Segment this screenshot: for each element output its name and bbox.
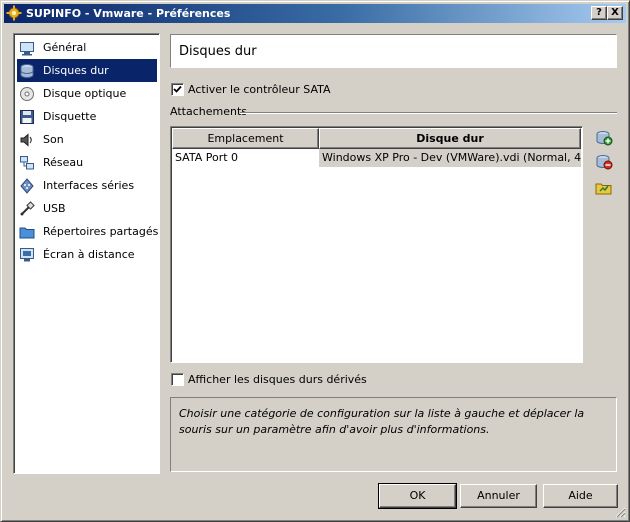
usb-icon <box>20 200 35 215</box>
sidebar-item-label: Répertoires partagés <box>43 225 159 238</box>
title-bar[interactable]: SUPINFO - Vmware - Préférences ? X <box>4 4 626 23</box>
ok-button[interactable]: OK <box>378 483 457 509</box>
cancel-button[interactable]: Annuler <box>460 484 537 508</box>
general-icon <box>20 41 34 55</box>
table-cell-hard-disk[interactable]: Windows XP Pro - Dev (VMWare).vdi (Norma… <box>319 149 581 167</box>
optical-disc-icon <box>20 86 34 101</box>
column-header-hard-disk[interactable]: Disque dur <box>319 128 581 149</box>
table-cell-location[interactable]: SATA Port 0 <box>172 149 319 167</box>
serial-port-icon <box>20 177 34 194</box>
sidebar-item-general[interactable]: Général <box>17 36 157 59</box>
sidebar-item-optical-disc[interactable]: Disque optique <box>17 82 157 105</box>
sata-checkbox[interactable] <box>171 83 184 96</box>
column-header-location[interactable]: Emplacement <box>172 128 319 149</box>
resize-grip-icon[interactable] <box>614 506 626 518</box>
remote-display-icon <box>20 247 34 261</box>
checkmark-icon <box>173 85 182 93</box>
gear-icon <box>6 5 22 21</box>
help-title-button[interactable]: ? <box>591 6 607 20</box>
sidebar-item-floppy[interactable]: Disquette <box>17 105 157 128</box>
derived-disks-checkbox-label[interactable]: Afficher les disques durs dérivés <box>188 373 367 386</box>
sidebar-item-label: Interfaces séries <box>43 179 135 192</box>
sidebar-item-label: Général <box>43 41 87 54</box>
hard-disk-icon <box>20 63 34 78</box>
derived-disks-checkbox[interactable] <box>171 373 184 386</box>
sidebar-item-serial-ports[interactable]: Interfaces séries <box>17 174 157 197</box>
sidebar-item-label: Disque optique <box>43 87 127 100</box>
select-disk-icon[interactable] <box>595 179 613 197</box>
sound-icon <box>20 132 32 147</box>
close-title-button[interactable]: X <box>607 6 623 20</box>
network-icon <box>20 155 34 169</box>
add-disk-icon[interactable] <box>595 129 613 147</box>
sidebar-item-label: Réseau <box>43 156 84 169</box>
sidebar-item-label: Écran à distance <box>43 248 135 261</box>
sidebar-item-hard-disks[interactable]: Disques dur <box>17 59 157 82</box>
attachments-table[interactable]: Emplacement Disque dur SATA Port 0 Windo… <box>170 126 583 363</box>
help-button[interactable]: Aide <box>543 484 618 508</box>
shared-folder-icon <box>19 227 35 238</box>
group-separator <box>240 112 617 114</box>
sidebar-item-label: Son <box>43 133 64 146</box>
preferences-window: SUPINFO - Vmware - Préférences ? X Génér… <box>0 0 630 522</box>
sidebar-item-remote-display[interactable]: Écran à distance <box>17 243 157 266</box>
floppy-icon <box>20 109 34 124</box>
page-header: Disques dur <box>170 34 617 68</box>
sata-checkbox-label[interactable]: Activer le contrôleur SATA <box>188 83 331 96</box>
info-panel: Choisir une catégorie de configuration s… <box>170 397 617 472</box>
sidebar-item-usb[interactable]: USB <box>17 197 157 220</box>
sidebar-item-label: USB <box>43 202 66 215</box>
sidebar-item-label: Disques dur <box>43 64 109 77</box>
remove-disk-icon[interactable] <box>595 153 613 171</box>
sidebar-item-shared-folders[interactable]: Répertoires partagés <box>17 220 159 243</box>
category-list[interactable]: Général Disques dur Disque optique Disqu… <box>13 33 160 474</box>
sidebar-item-network[interactable]: Réseau <box>17 151 157 174</box>
sidebar-item-label: Disquette <box>43 110 97 123</box>
attachments-group-label: Attachements <box>170 105 247 118</box>
page-title: Disques dur <box>179 44 257 59</box>
window-title: SUPINFO - Vmware - Préférences <box>26 7 231 20</box>
sidebar-item-sound[interactable]: Son <box>17 128 157 151</box>
